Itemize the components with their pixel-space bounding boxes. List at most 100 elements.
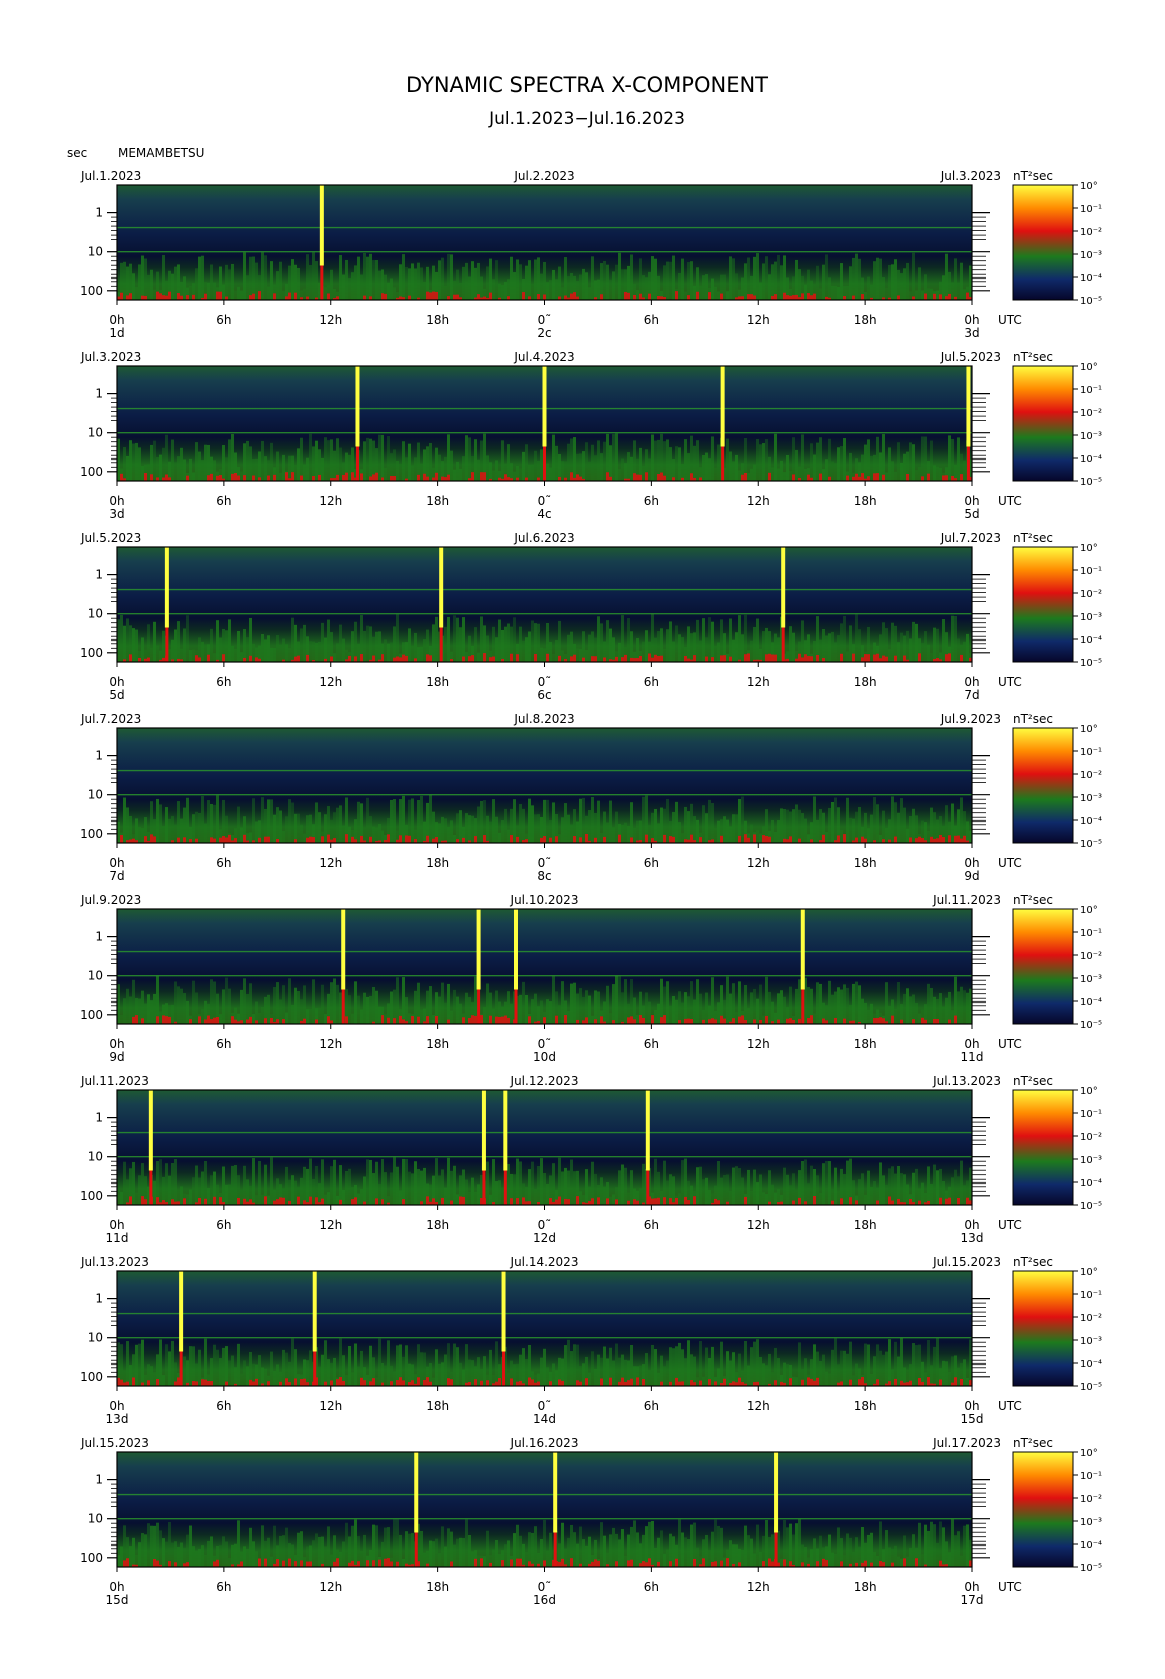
x-tick-label: 6h [644,494,659,508]
day-label-end: 9d [964,869,979,883]
panels-group: Jul.1.2023 Jul.2.2023 Jul.3.2023 1 10 100 0h 6h… [80,169,1102,1607]
x-tick-label: 6h [216,1399,231,1413]
colorbar-tick-label: 10⁻⁵ [1080,296,1102,307]
date-left-label: Jul.5.2023 [80,531,141,545]
colorbar-gradient [1012,1270,1074,1387]
colorbar-tick-label: 10° [1080,362,1098,373]
date-right-label: Jul.11.2023 [932,893,1001,907]
x-tick-label: 18h [426,1037,449,1051]
colorbar-unit-label: nT²sec [1013,169,1053,183]
x-tick-label: 18h [854,1580,877,1594]
colorbar-tick-label: 10⁻⁴ [1080,273,1102,284]
date-left-label: Jul.3.2023 [80,350,141,364]
station-label: MEMAMBETSU [118,146,204,160]
date-right-label: Jul.7.2023 [940,531,1001,545]
x-tick-label: 6h [216,856,231,870]
x-axis: 0h 6h 12h 18h 0˜ 6h 12h 18h 0h UTC 7d 8c 9d [109,843,1022,883]
y-unit-label: sec [67,146,87,160]
x-tick-label: 6h [216,494,231,508]
x-tick-label: 12h [319,856,342,870]
day-label-mid: 6c [537,688,551,702]
x-tick-label: 6h [644,1580,659,1594]
colorbar-tick-label: 10⁻² [1080,770,1102,781]
colorbar: nT²sec 10° 10⁻¹ 10⁻² 10⁻³ 10⁻⁴ 10⁻⁵ [1012,1436,1102,1574]
day-label-end: 13d [961,1231,984,1245]
x-axis: 0h 6h 12h 18h 0˜ 6h 12h 18h 0h UTC 3d 4c 5d [109,481,1022,521]
x-tick-label: 12h [747,1580,770,1594]
x-tick-label: 6h [216,675,231,689]
x-tick-label: 0˜ [538,1399,552,1413]
colorbar-tick-label: 10⁻¹ [1080,1471,1102,1482]
date-right-label: Jul.15.2023 [932,1255,1001,1269]
colorbar-tick-label: 10⁻² [1080,408,1102,419]
y-tick-label: 100 [80,827,103,841]
colorbar-tick-label: 10⁻² [1080,589,1102,600]
colorbar-tick-label: 10° [1080,543,1098,554]
spectral-spike [319,185,324,300]
colorbar-gradient [1012,727,1074,844]
x-tick-label: 0h [964,856,979,870]
colorbar-tick-label: 10⁻¹ [1080,747,1102,758]
utc-label: UTC [998,313,1022,327]
spectral-spike [800,909,805,1024]
day-label-start: 5d [109,688,124,702]
x-tick-label: 6h [644,1037,659,1051]
date-left-label: Jul.1.2023 [80,169,141,183]
day-label-end: 11d [961,1050,984,1064]
x-tick-label: 0h [109,494,124,508]
colorbar: nT²sec 10° 10⁻¹ 10⁻² 10⁻³ 10⁻⁴ 10⁻⁵ [1012,531,1102,669]
colorbar-tick-label: 10⁻⁴ [1080,816,1102,827]
day-label-mid: 16d [533,1593,556,1607]
colorbar-tick-label: 10⁻¹ [1080,1109,1102,1120]
colorbar-tick-label: 10⁻³ [1080,612,1102,623]
y-tick-label: 1 [95,1292,103,1306]
colorbar-tick-label: 10⁻¹ [1080,385,1102,396]
spectral-spike [542,366,547,481]
y-tick-label: 10 [88,788,103,802]
x-tick-label: 18h [854,313,877,327]
colorbar-tick-label: 10⁻⁴ [1080,635,1102,646]
colorbar-tick-label: 10° [1080,1267,1098,1278]
colorbar-tick-label: 10° [1080,181,1098,192]
x-tick-label: 12h [319,313,342,327]
spectrogram-panel: Jul.11.2023 Jul.12.2023 Jul.13.20231101000… [80,1074,1102,1245]
x-tick-label: 12h [747,494,770,508]
y-tick-label: 100 [80,284,103,298]
x-tick-label: 0h [964,675,979,689]
spectral-spike [774,1452,779,1567]
colorbar: nT²sec 10° 10⁻¹ 10⁻² 10⁻³ 10⁻⁴ 10⁻⁵ [1012,712,1102,850]
y-tick-label: 10 [88,1331,103,1345]
colorbar-tick-label: 10⁻⁵ [1080,477,1102,488]
x-tick-label: 0˜ [538,675,552,689]
day-label-mid: 8c [537,869,551,883]
chart-title: DYNAMIC SPECTRA X-COMPONENT [406,73,768,97]
x-tick-label: 18h [426,1580,449,1594]
colorbar-unit-label: nT²sec [1013,531,1053,545]
utc-label: UTC [998,856,1022,870]
x-tick-label: 18h [426,1399,449,1413]
x-tick-label: 18h [426,1218,449,1232]
date-right-label: Jul.13.2023 [932,1074,1001,1088]
x-tick-label: 12h [319,1037,342,1051]
colorbar-tick-label: 10⁻² [1080,951,1102,962]
day-label-mid: 10d [533,1050,556,1064]
y-tick-label: 10 [88,1512,103,1526]
spectral-spike [514,909,518,1024]
colorbar-tick-label: 10⁻³ [1080,793,1102,804]
utc-label: UTC [998,494,1022,508]
x-tick-label: 0˜ [538,1218,552,1232]
colorbar-unit-label: nT²sec [1013,712,1053,726]
utc-label: UTC [998,1218,1022,1232]
x-tick-label: 0h [964,313,979,327]
day-label-start: 1d [109,326,124,340]
utc-label: UTC [998,1399,1022,1413]
spectrogram-panel: Jul.15.2023 Jul.16.2023 Jul.17.20231101000… [80,1436,1102,1607]
day-label-mid: 12d [533,1231,556,1245]
x-tick-label: 12h [319,1399,342,1413]
spectral-spike [503,1090,508,1205]
spectral-spike [501,1271,506,1386]
y-tick-label: 1 [95,1111,103,1125]
x-tick-label: 0h [109,1399,124,1413]
x-tick-label: 0h [109,856,124,870]
x-tick-label: 0h [109,1580,124,1594]
